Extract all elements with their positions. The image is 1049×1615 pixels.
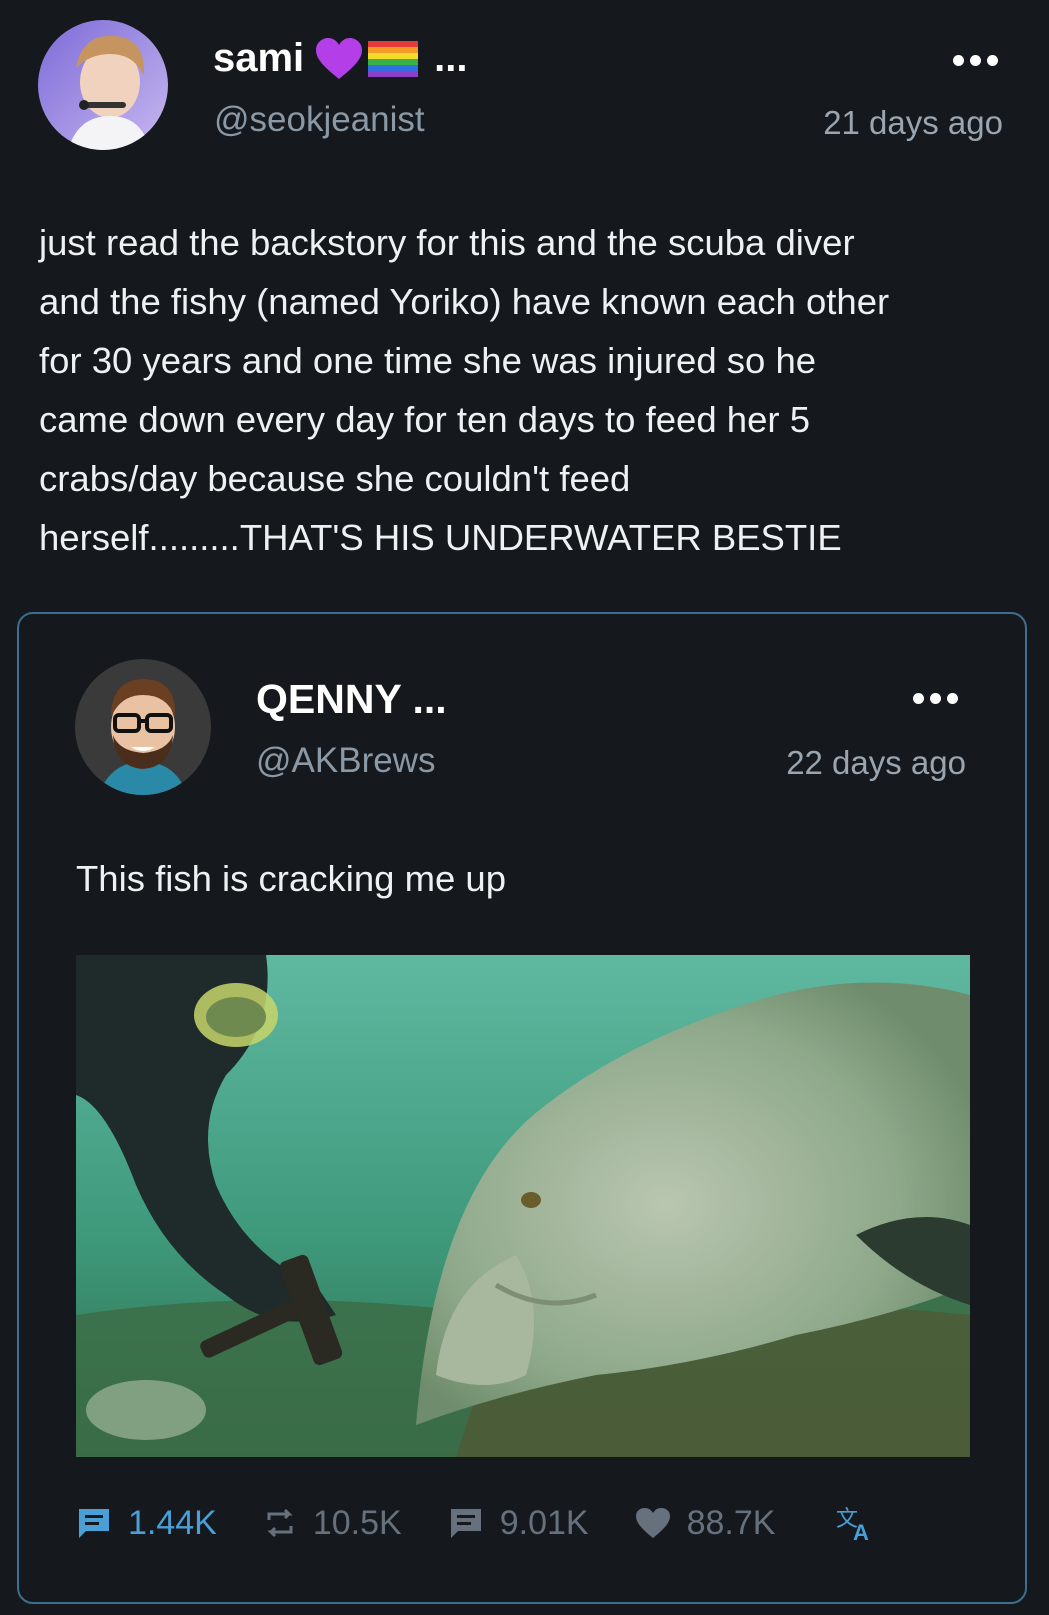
quote-icon xyxy=(450,1509,481,1538)
post-body-line: and the fishy (named Yoriko) have known … xyxy=(39,281,890,322)
quoted-display-name[interactable]: QENNY ... xyxy=(256,676,447,723)
quoted-timestamp: 22 days ago xyxy=(786,744,966,781)
rainbow-flag-icon xyxy=(368,40,419,77)
post-body-line: for 30 years and one time she was injure… xyxy=(39,340,817,381)
purple-heart-icon xyxy=(316,37,363,79)
quote-button[interactable]: 9.01K xyxy=(448,1504,589,1543)
author-display-name[interactable]: sami ... xyxy=(213,36,468,81)
retweet-count: 10.5K xyxy=(312,1503,402,1542)
post-body-line: came down every day for ten days to feed… xyxy=(39,399,810,440)
comment-button[interactable]: 1.44K xyxy=(76,1504,217,1543)
more-dots-icon[interactable] xyxy=(953,55,998,66)
name-overflow: ... xyxy=(434,36,468,80)
author-handle[interactable]: @seokjeanist xyxy=(214,100,425,140)
heart-icon xyxy=(635,1508,670,1538)
quote-count: 9.01K xyxy=(499,1503,589,1542)
retweet-icon xyxy=(267,1508,293,1538)
svg-text:A: A xyxy=(853,1520,869,1542)
comment-count: 1.44K xyxy=(128,1503,217,1542)
quoted-media-image[interactable] xyxy=(76,955,970,1457)
author-avatar[interactable] xyxy=(38,20,168,150)
author-name: sami xyxy=(213,36,305,80)
post-body-line: herself.........THAT'S HIS UNDERWATER BE… xyxy=(39,517,842,558)
like-count: 88.7K xyxy=(686,1503,776,1542)
quoted-post-text: This fish is cracking me up xyxy=(76,858,507,899)
post-body: just read the backstory for this and the… xyxy=(39,213,1029,567)
post-body-line: just read the backstory for this and the… xyxy=(39,222,855,263)
comment-icon xyxy=(79,1509,109,1538)
translate-icon: 文 A xyxy=(836,1507,869,1542)
quoted-more-dots-icon[interactable] xyxy=(913,693,958,704)
retweet-button[interactable]: 10.5K xyxy=(263,1504,402,1543)
post-body-line: crabs/day because she couldn't feed xyxy=(39,458,631,499)
translate-button[interactable]: 文 A xyxy=(835,1504,875,1542)
like-button[interactable]: 88.7K xyxy=(635,1503,776,1543)
quoted-handle[interactable]: @AKBrews xyxy=(256,741,435,781)
quoted-author-avatar[interactable] xyxy=(75,659,211,795)
action-bar: 1.44K 10.5K 9.01K 88.7K 文 A xyxy=(76,1500,875,1546)
post-timestamp: 21 days ago xyxy=(823,104,1003,141)
